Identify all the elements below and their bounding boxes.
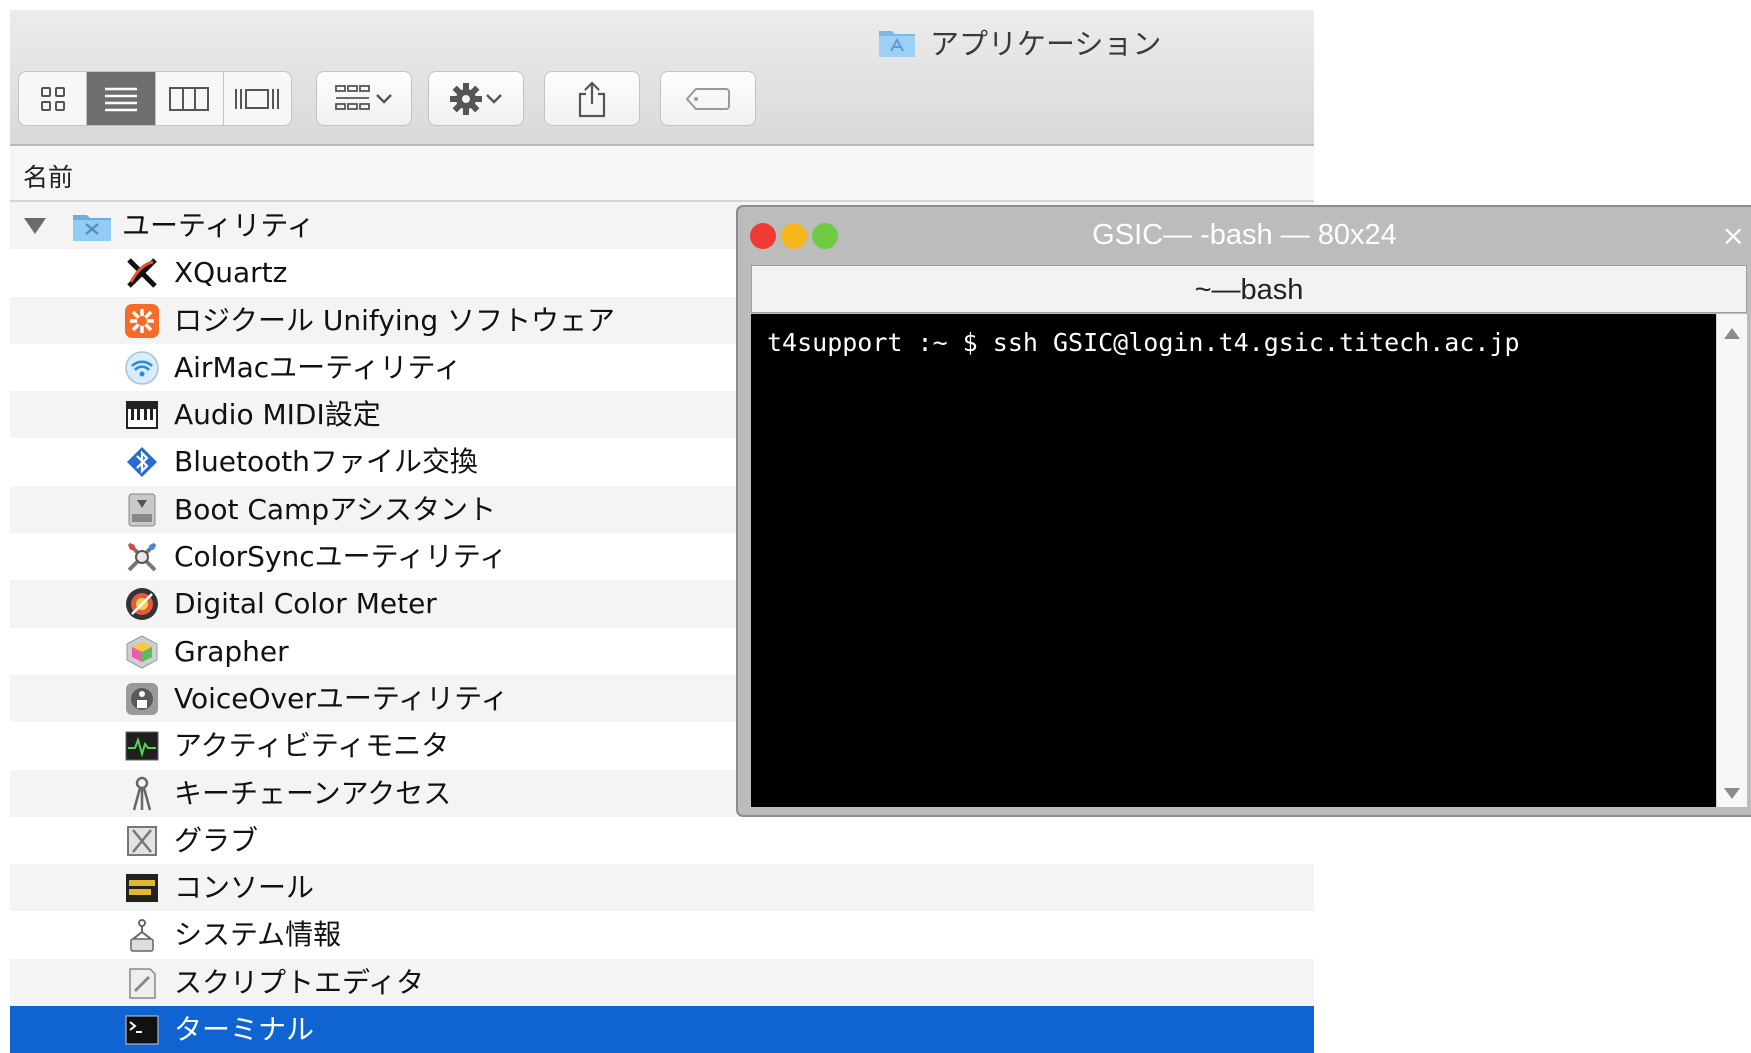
list-item-label: Boot Campアシスタント (174, 492, 496, 526)
grid-icon (40, 86, 65, 111)
window-title-text: アプリケーション (930, 27, 1162, 61)
terminal-window: GSIC— -bash — 80x24 × ~—bash t4support :… (736, 205, 1751, 817)
terminal-tab[interactable]: ~—bash (751, 265, 1747, 313)
list-item-label: XQuartz (174, 256, 288, 290)
list-item-label: ロジクール Unifying ソフトウェア (174, 303, 616, 337)
grapher-icon (124, 634, 160, 670)
terminal-titlebar[interactable]: GSIC— -bash — 80x24 × (738, 207, 1751, 261)
list-item-label: グラブ (174, 823, 259, 857)
list-icon (104, 87, 137, 111)
list-item-system-info[interactable]: システム情報 (10, 911, 1314, 958)
list-item-label: Audio MIDI設定 (174, 398, 381, 432)
list-item-label: ターミナル (174, 1013, 315, 1047)
applications-folder-icon (879, 31, 915, 57)
color-meter-icon (124, 586, 160, 622)
chevron-down-icon (486, 93, 502, 104)
list-item-label: スクリプトエディタ (174, 965, 425, 999)
share-button[interactable] (544, 71, 640, 126)
terminal-icon (124, 1012, 160, 1048)
script-editor-icon (124, 965, 160, 1001)
columns-icon (169, 86, 210, 111)
system-info-icon (124, 917, 160, 953)
audio-midi-icon (124, 397, 160, 433)
keychain-icon (124, 776, 160, 812)
airmac-icon (124, 350, 160, 386)
list-item-label: ColorSyncユーティリティ (174, 540, 508, 574)
arrange-button[interactable] (316, 71, 412, 126)
tags-button[interactable] (660, 71, 756, 126)
list-item-label: キーチェーンアクセス (174, 776, 452, 810)
logitech-unifying-icon (124, 303, 160, 339)
scroll-down-arrow-icon[interactable] (1724, 788, 1740, 799)
list-item-label: Grapher (174, 634, 289, 668)
voiceover-icon (124, 681, 160, 717)
finder-toolbar: アプリケーション (10, 10, 1314, 146)
list-item-grab[interactable]: グラブ (10, 817, 1314, 864)
list-item-label: アクティビティモニタ (174, 729, 450, 763)
console-icon (124, 870, 160, 906)
coverflow-icon (235, 88, 280, 109)
list-item-script-editor[interactable]: スクリプトエディタ (10, 958, 1314, 1007)
grab-icon (124, 823, 160, 859)
scroll-up-arrow-icon[interactable] (1724, 328, 1740, 339)
folder-label: ユーティリティ (122, 209, 315, 242)
window-title: アプリケーション (878, 22, 1161, 62)
list-item-terminal[interactable]: ターミナル (10, 1006, 1314, 1053)
list-item-label: システム情報 (174, 918, 342, 952)
bootcamp-icon (124, 492, 160, 528)
gear-icon (450, 82, 482, 115)
list-item-label: VoiceOverユーティリティ (174, 681, 509, 715)
colorsync-icon (124, 539, 160, 575)
activity-monitor-icon (124, 728, 160, 764)
name-column-label: 名前 (23, 163, 74, 192)
column-view-button[interactable] (156, 72, 224, 125)
list-view-button[interactable] (87, 72, 156, 125)
terminal-title: GSIC— -bash — 80x24 (1092, 219, 1397, 251)
action-button[interactable] (428, 71, 524, 126)
disclosure-triangle-icon[interactable] (24, 218, 46, 234)
list-item-label: Bluetoothファイル交換 (174, 445, 478, 479)
terminal-content[interactable]: t4support :~ $ ssh GSIC@login.t4.gsic.ti… (751, 314, 1716, 807)
terminal-tab-label: ~—bash (1194, 274, 1304, 306)
list-item-console[interactable]: コンソール (10, 864, 1314, 912)
xquartz-icon (124, 255, 160, 291)
utilities-folder-icon (72, 208, 112, 244)
name-column-header[interactable]: 名前 (10, 146, 1314, 202)
tag-icon (686, 87, 730, 110)
terminal-prompt-line: t4support :~ $ ssh GSIC@login.t4.gsic.ti… (767, 328, 1520, 357)
terminal-scrollbar[interactable] (1716, 314, 1747, 807)
arrange-grid-icon (335, 84, 370, 110)
close-icon[interactable]: × (1722, 219, 1745, 252)
list-item-label: AirMacユーティリティ (174, 350, 462, 384)
list-item-label: コンソール (174, 871, 315, 905)
chevron-down-icon (376, 93, 392, 104)
icon-view-button[interactable] (19, 72, 88, 125)
share-icon (578, 80, 606, 117)
coverflow-view-button[interactable] (224, 72, 291, 125)
list-item-label: Digital Color Meter (174, 587, 437, 621)
view-mode-segmented-control[interactable] (18, 71, 292, 126)
bluetooth-icon (124, 444, 160, 480)
